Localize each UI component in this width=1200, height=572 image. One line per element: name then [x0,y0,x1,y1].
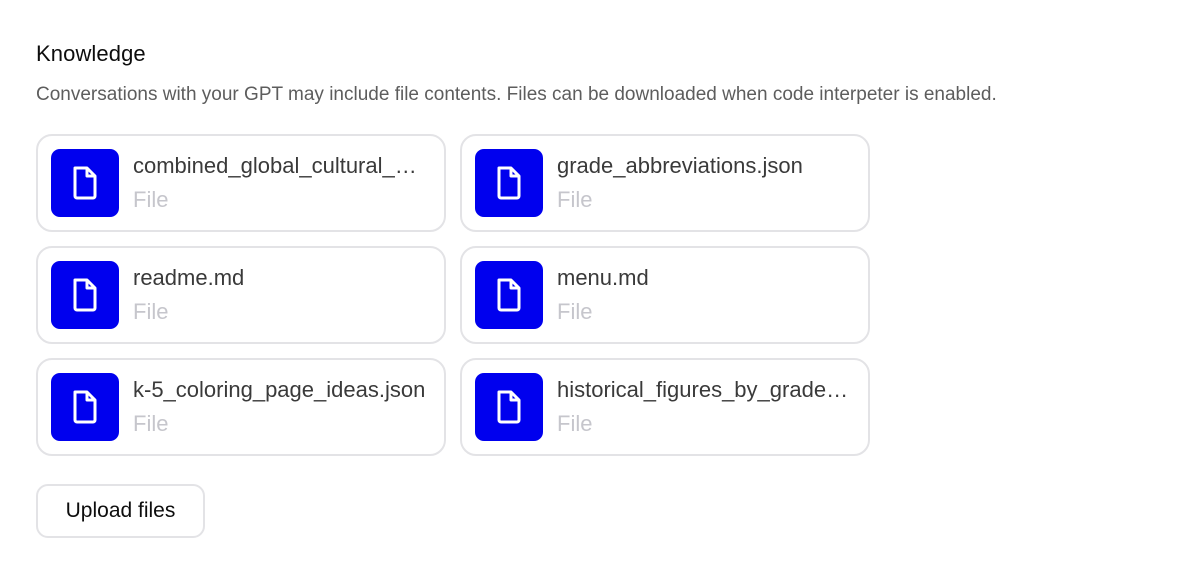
file-icon [51,261,119,329]
file-grid: combined_global_cultural_calendar.json F… [36,134,870,456]
file-icon [475,261,543,329]
section-title: Knowledge [36,41,146,66]
file-card[interactable]: grade_abbreviations.json File [460,134,870,232]
file-type-label: File [557,187,593,212]
file-card[interactable]: menu.md File [460,246,870,344]
file-icon [475,373,543,441]
upload-files-button[interactable]: Upload files [36,484,205,538]
file-name: readme.md [133,265,245,290]
file-type-label: File [557,299,593,324]
file-type-label: File [133,299,169,324]
file-name: menu.md [557,265,649,290]
file-name: grade_abbreviations.json [557,153,803,178]
file-card[interactable]: readme.md File [36,246,446,344]
file-icon [475,149,543,217]
section-description: Conversations with your GPT may include … [36,84,997,105]
file-card[interactable]: historical_figures_by_grade.json File [460,358,870,456]
file-name: k-5_coloring_page_ideas.json [133,377,426,402]
file-name: historical_figures_by_grade.json [557,377,850,402]
file-name: combined_global_cultural_calendar.json [133,153,426,178]
file-card[interactable]: combined_global_cultural_calendar.json F… [36,134,446,232]
file-type-label: File [557,411,593,436]
file-icon [51,149,119,217]
knowledge-section: Knowledge Conversations with your GPT ma… [0,0,1200,572]
file-card[interactable]: k-5_coloring_page_ideas.json File [36,358,446,456]
file-type-label: File [133,411,169,436]
file-icon [51,373,119,441]
file-type-label: File [133,187,169,212]
